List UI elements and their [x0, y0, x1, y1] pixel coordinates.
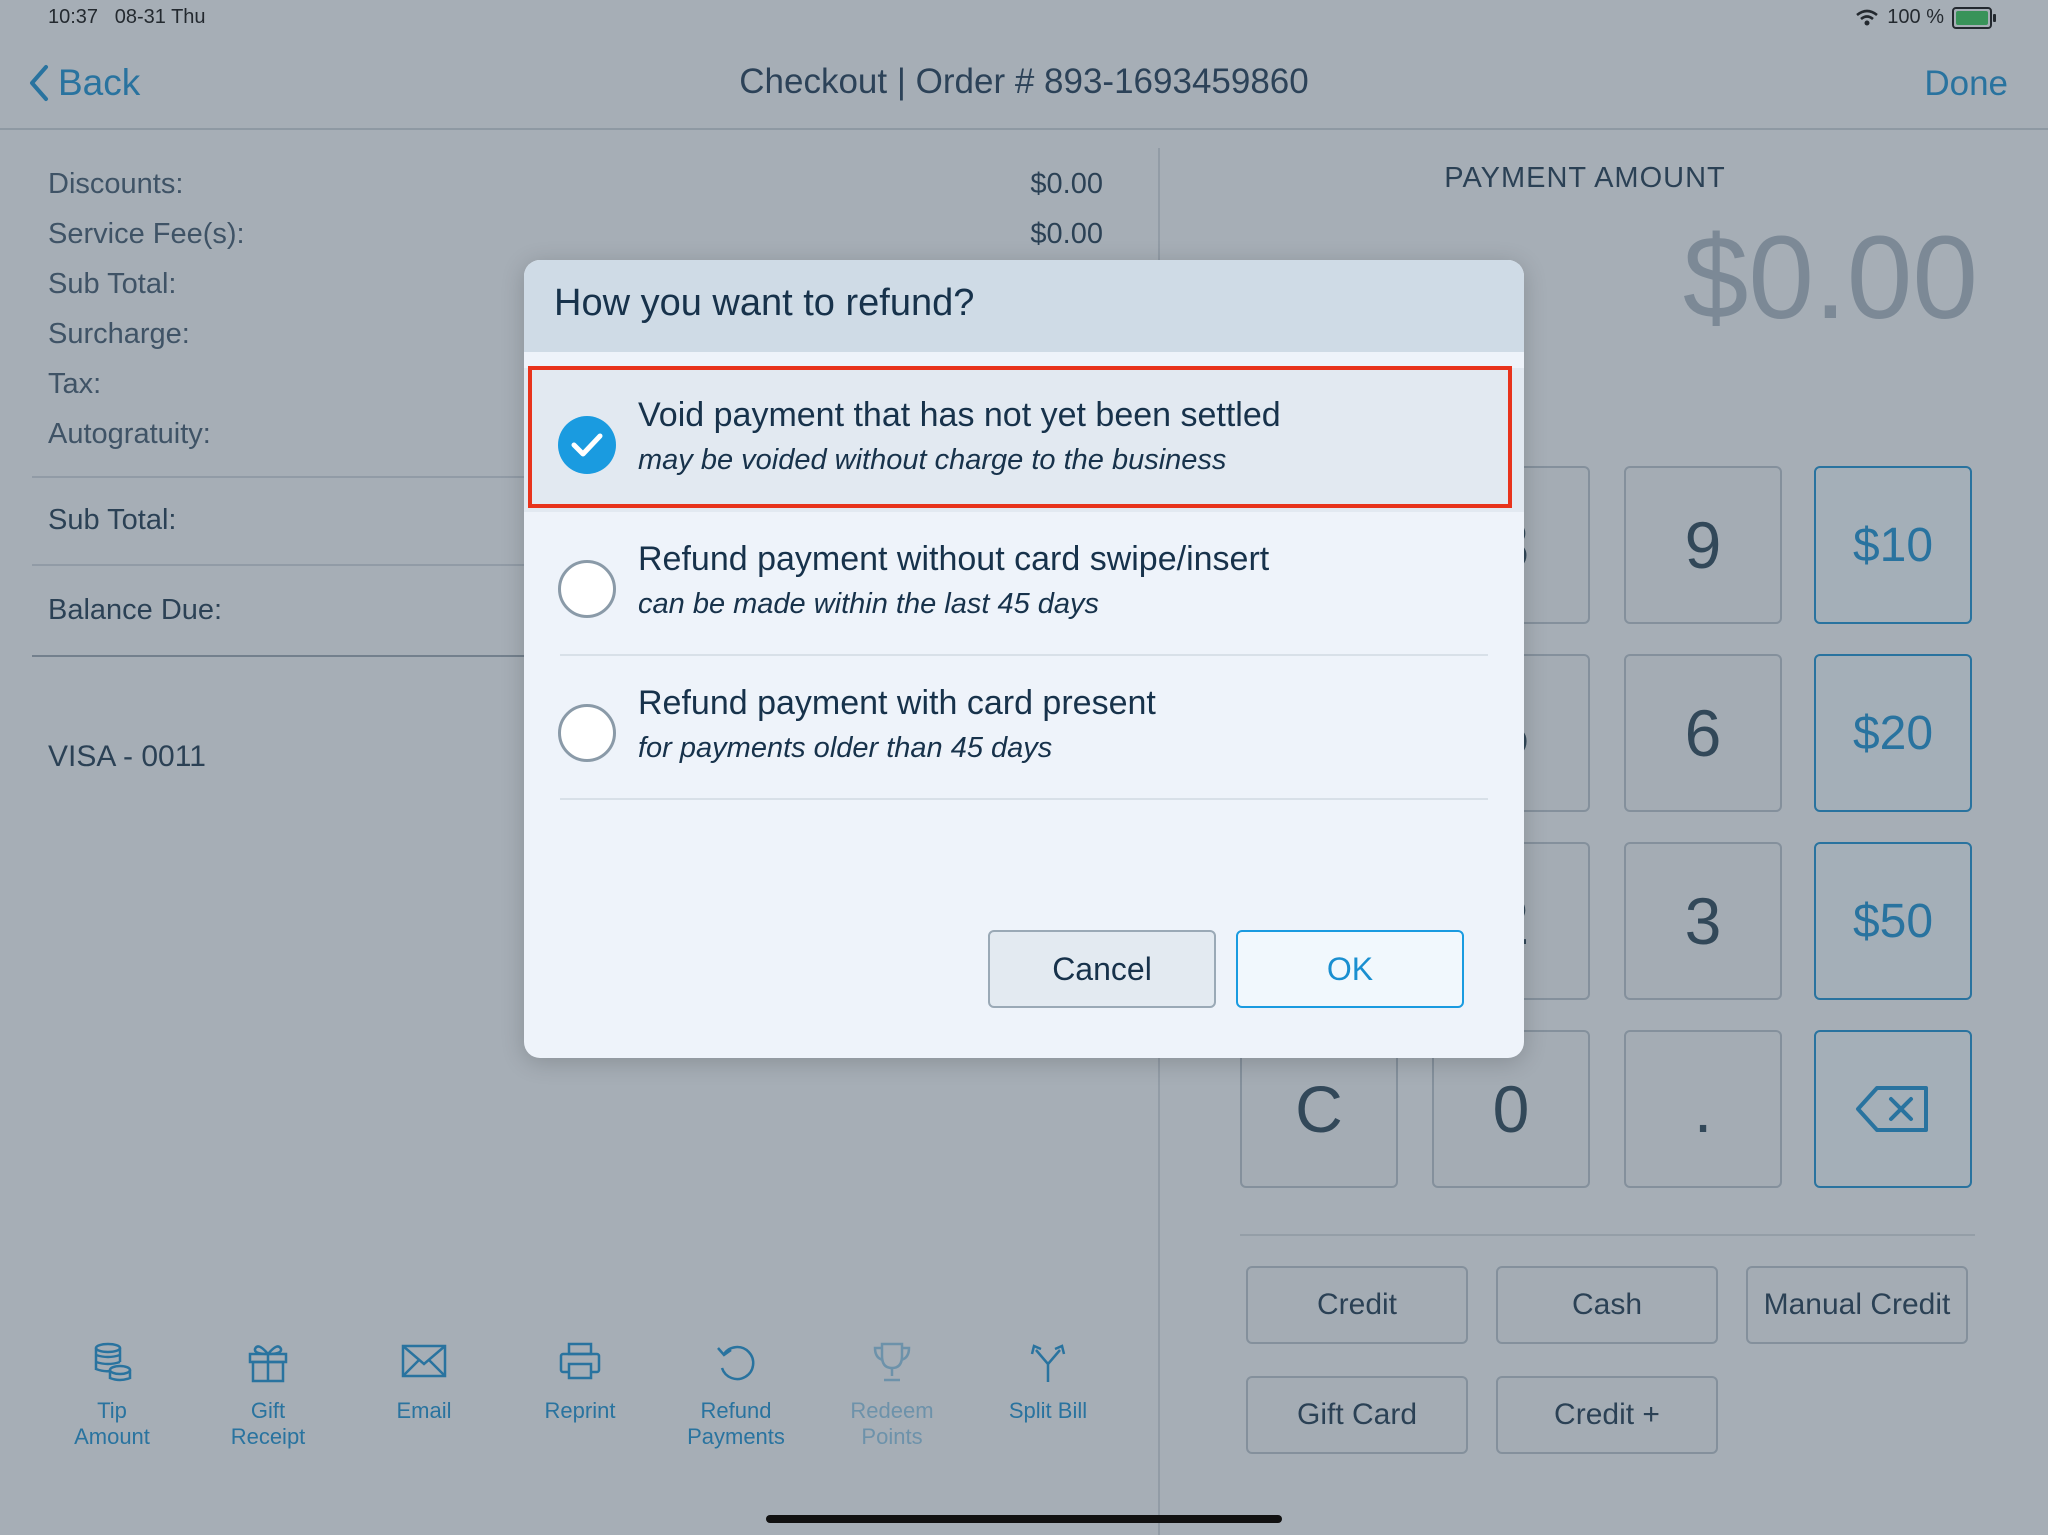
option-subtitle: for payments older than 45 days — [638, 732, 1053, 764]
refund-option-no-card[interactable]: Refund payment without card swipe/insert… — [524, 512, 1524, 656]
radio-unchecked[interactable] — [558, 560, 616, 618]
refund-option-card-present[interactable]: Refund payment with card present for pay… — [524, 656, 1524, 800]
option-title: Refund payment with card present — [638, 684, 1156, 722]
home-indicator[interactable] — [766, 1515, 1282, 1523]
dialog-title: How you want to refund? — [554, 282, 975, 324]
selection-highlight — [528, 366, 1512, 508]
divider — [560, 798, 1488, 800]
option-subtitle: can be made within the last 45 days — [638, 588, 1100, 620]
radio-unchecked[interactable] — [558, 704, 616, 762]
option-title: Refund payment without card swipe/insert — [638, 540, 1270, 578]
ok-button[interactable]: OK — [1236, 930, 1464, 1008]
dialog-header: How you want to refund? — [524, 260, 1524, 352]
cancel-button[interactable]: Cancel — [988, 930, 1216, 1008]
